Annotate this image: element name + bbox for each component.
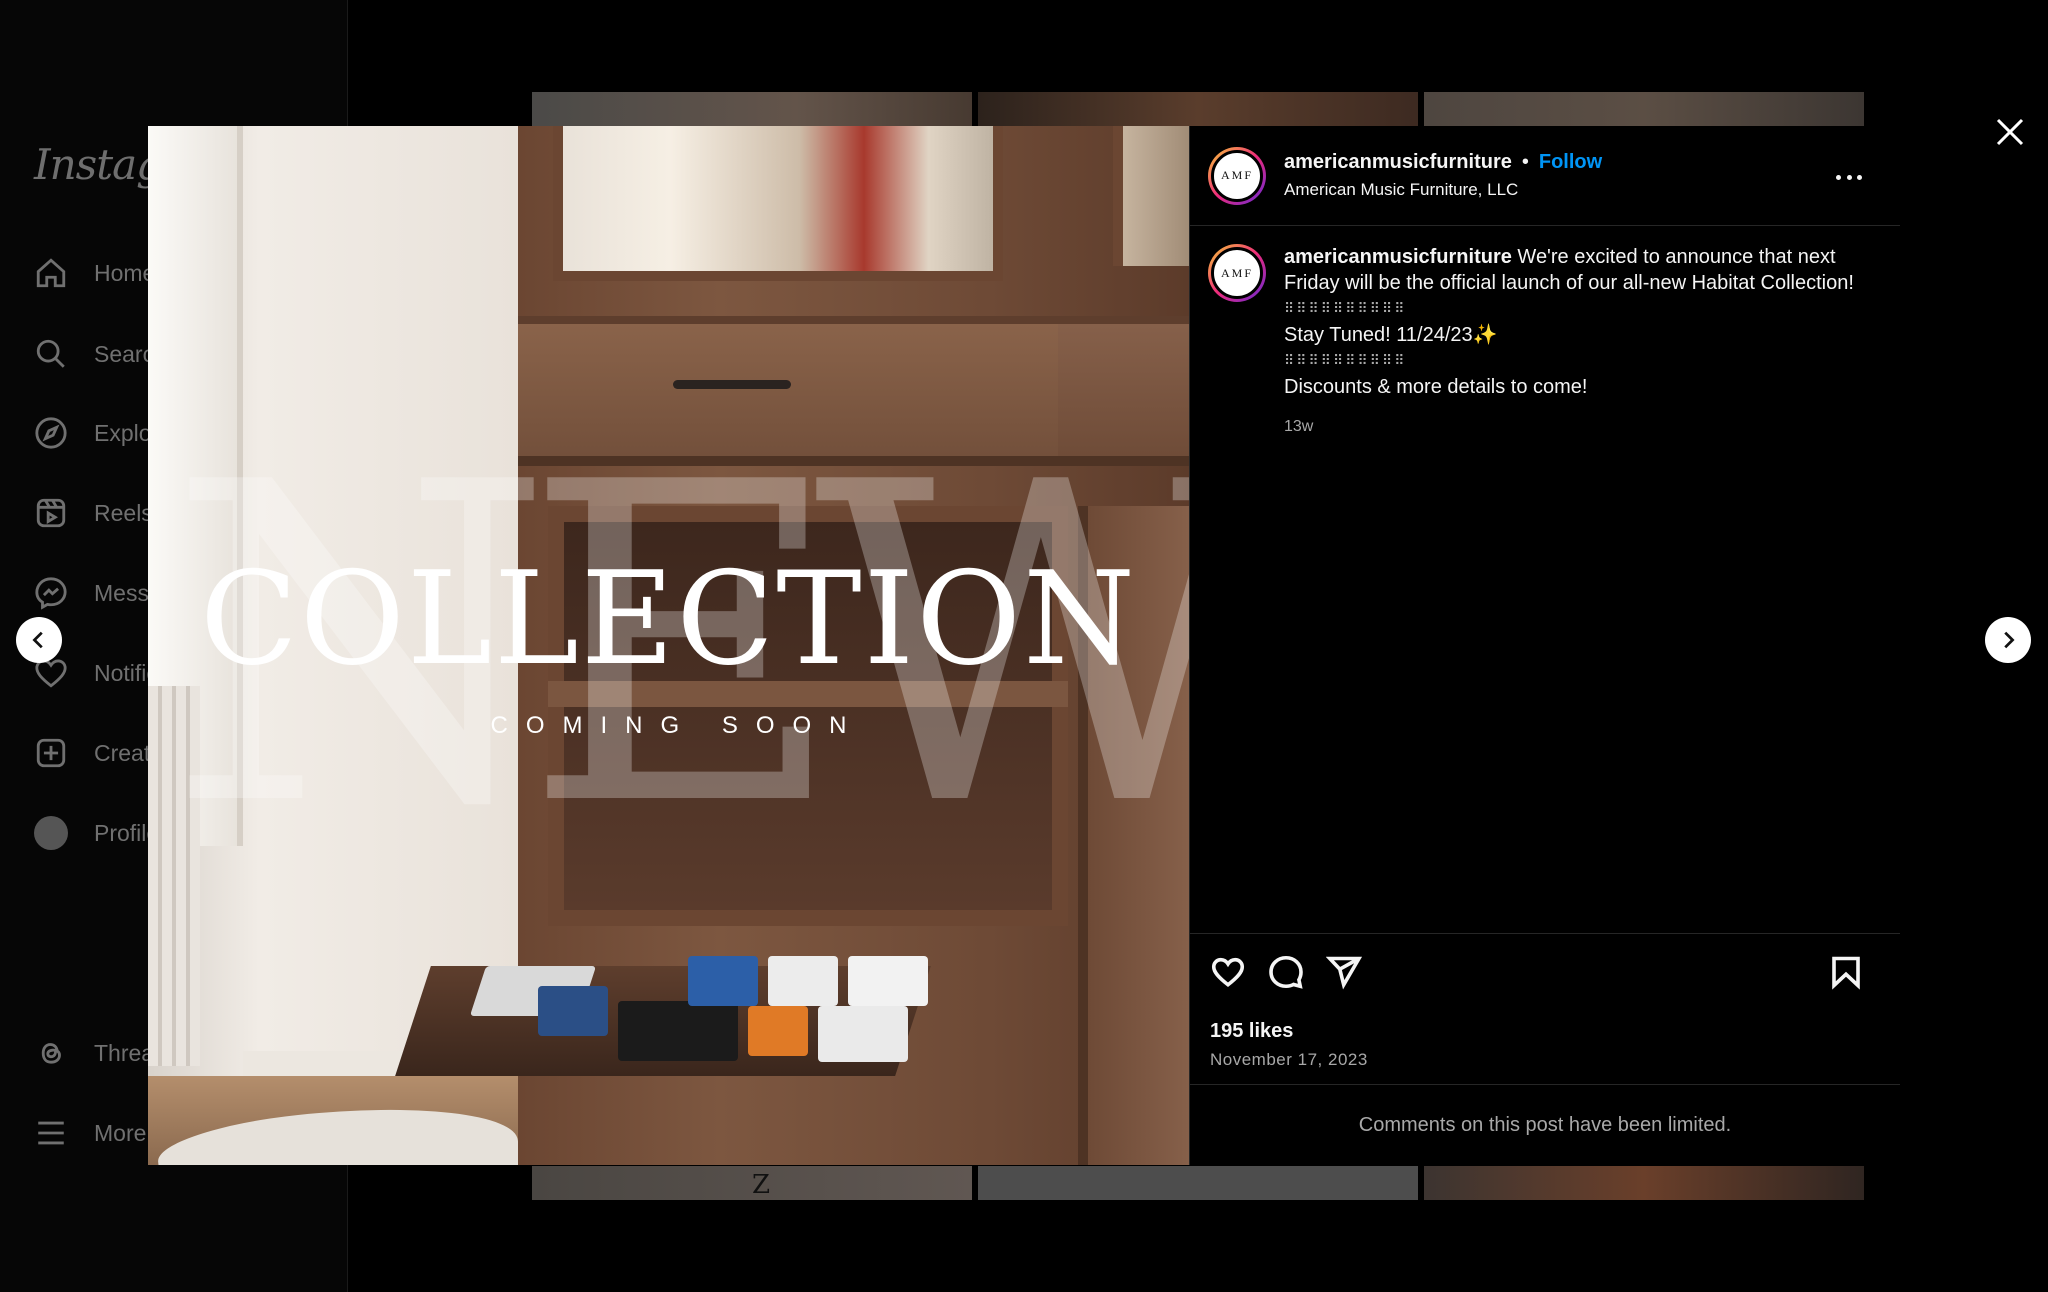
image-subheadline: COMING SOON — [490, 712, 865, 739]
nav-more[interactable]: More — [34, 1116, 146, 1150]
create-icon — [36, 738, 66, 768]
nav-create[interactable]: Create — [34, 736, 163, 770]
grid-tile[interactable] — [532, 92, 972, 126]
threads-icon — [41, 1043, 61, 1064]
account-subtitle[interactable]: American Music Furniture, LLC — [1284, 180, 1602, 200]
caption-line: Discounts & more details to come! — [1284, 376, 1588, 398]
more-icon — [1836, 174, 1841, 180]
follow-button[interactable]: Follow — [1539, 151, 1602, 174]
more-options-button[interactable] — [1836, 164, 1862, 190]
grid-tile[interactable] — [1424, 1166, 1864, 1200]
caption-line: Stay Tuned! 11/24/23✨ — [1284, 324, 1498, 346]
grid-tile[interactable]: Z — [532, 1166, 972, 1200]
grid-tile[interactable] — [1424, 92, 1864, 126]
account-avatar[interactable]: AMF — [1208, 146, 1266, 205]
nav-home[interactable]: Home — [34, 256, 155, 290]
messenger-icon — [35, 577, 67, 610]
comments-limited-notice: Comments on this post have been limited. — [1358, 1113, 1732, 1136]
caption-timestamp[interactable]: 13w — [1284, 414, 1864, 440]
chevron-right-icon — [2004, 631, 2015, 649]
separator-dot: • — [1521, 151, 1529, 173]
caption-dots: ⠿⠿⠿⠿⠿⠿⠿⠿⠿⠿ — [1284, 301, 1407, 317]
post-date: November 17, 2023 — [1210, 1050, 1368, 1069]
account-username[interactable]: americanmusicfurniture — [1284, 151, 1512, 174]
post-details-panel: AMF americanmusicfurniture • Follow Amer… — [1189, 126, 1900, 1165]
nav-search[interactable]: Search — [34, 337, 167, 371]
nav-profile[interactable]: Profile — [34, 816, 159, 850]
image-headline: COLLECTION — [199, 545, 1138, 694]
background-post-grid-top — [532, 92, 1864, 126]
explore-icon — [35, 417, 67, 449]
share-icon[interactable] — [1326, 954, 1362, 990]
post-image[interactable]: NEW COLLECTION COMING SOON — [148, 126, 1189, 1165]
caption-text: americanmusicfurniture We're excited to … — [1284, 244, 1864, 933]
post-header: AMF americanmusicfurniture • Follow Amer… — [1190, 126, 1900, 226]
menu-icon — [38, 1121, 64, 1145]
close-modal-button[interactable] — [1990, 112, 2030, 152]
background-post-grid-bottom: Z — [532, 1166, 1864, 1200]
chevron-left-icon — [32, 631, 43, 649]
caption-avatar[interactable]: AMF — [1208, 244, 1266, 302]
caption-section: AMF americanmusicfurniture We're excited… — [1190, 226, 1900, 933]
grid-tile[interactable] — [978, 92, 1418, 126]
previous-post-button[interactable] — [16, 617, 62, 663]
post-actions: 195 likes November 17, 2023 — [1190, 933, 1900, 1085]
like-count[interactable]: 195 likes — [1210, 1020, 1293, 1043]
comment-icon[interactable] — [1268, 954, 1304, 990]
caption-username[interactable]: americanmusicfurniture — [1284, 246, 1512, 268]
profile-avatar — [34, 816, 68, 850]
search-icon — [36, 339, 65, 368]
caption-dots: ⠿⠿⠿⠿⠿⠿⠿⠿⠿⠿ — [1284, 353, 1407, 369]
home-icon — [36, 258, 66, 288]
post-modal: NEW COLLECTION COMING SOON AMF americanm… — [148, 126, 1900, 1165]
next-post-button[interactable] — [1985, 617, 2031, 663]
grid-tile[interactable] — [978, 1166, 1418, 1200]
bookmark-icon[interactable] — [1828, 954, 1864, 990]
nav-reels[interactable]: Reels — [34, 496, 153, 530]
close-icon — [1996, 118, 2024, 146]
like-heart-icon[interactable] — [1210, 954, 1246, 990]
reels-icon — [36, 498, 66, 528]
